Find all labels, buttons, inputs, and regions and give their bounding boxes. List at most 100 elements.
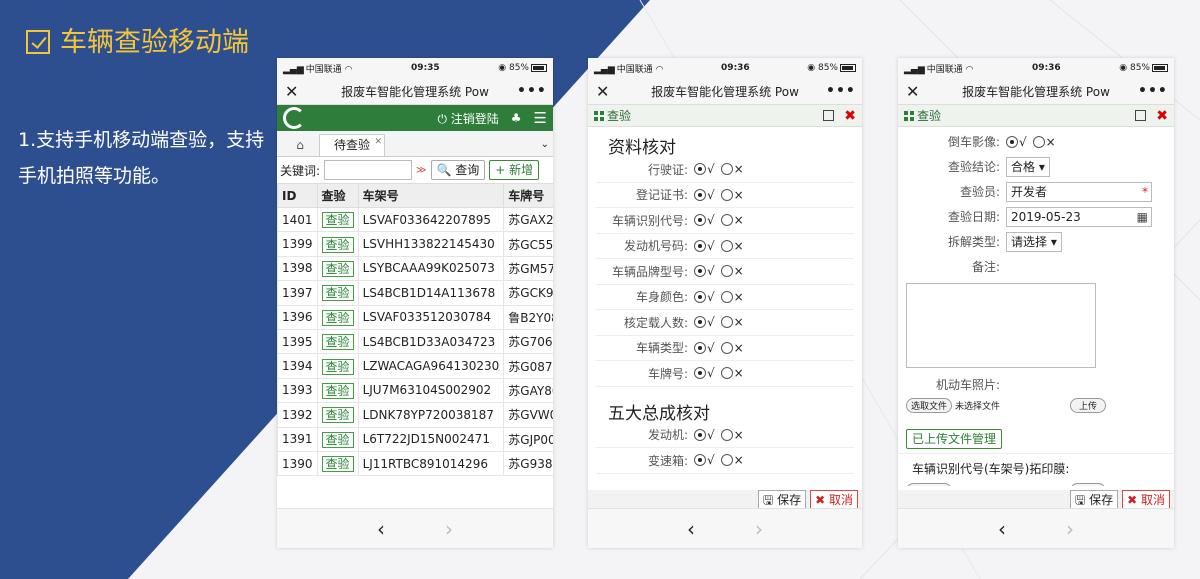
inspect-button[interactable]: 查验	[321, 285, 354, 302]
cell-vin: L6T722JD15N002471	[357, 426, 505, 452]
back-icon[interactable]: ‹	[998, 517, 1006, 541]
dismantle-value: 请选择	[1011, 234, 1048, 249]
cell-vin: LSVAF033642207895	[357, 206, 505, 233]
form-header: 查验 ✖	[588, 105, 862, 127]
close-icon[interactable]: ✖	[844, 108, 856, 124]
tab-close-icon[interactable]: ✕	[374, 132, 382, 152]
check-no-radio[interactable]: ×	[720, 213, 744, 227]
table-row: 1395查验LS4BCB1D33A034723苏G70660	[277, 328, 553, 355]
menu-icon[interactable]: ☰	[534, 109, 547, 127]
grid-icon	[904, 110, 914, 121]
check-no-radio[interactable]: ×	[720, 341, 744, 355]
back-icon[interactable]: ‹	[687, 517, 695, 541]
back-icon[interactable]: ‹	[377, 517, 385, 541]
inspect-button[interactable]: 查验	[321, 407, 354, 424]
check-row: 车身颜色: √ ×	[596, 285, 854, 310]
check-no-radio[interactable]: ×	[720, 290, 744, 304]
maximize-icon[interactable]	[1135, 110, 1147, 121]
more-icon[interactable]: •••	[1138, 83, 1167, 99]
tab-pending-inspection[interactable]: 待查验 ✕	[319, 132, 386, 156]
conclusion-select[interactable]: 合格 ▾	[1006, 156, 1050, 177]
close-icon[interactable]: ✕	[285, 82, 313, 101]
more-icon[interactable]: •••	[517, 83, 546, 99]
check-no-radio[interactable]: ×	[720, 188, 744, 202]
radio-icon	[1006, 135, 1018, 148]
radio-icon	[694, 454, 706, 467]
inspect-button[interactable]: 查验	[321, 456, 354, 473]
check-no-radio[interactable]: ×	[720, 315, 744, 329]
cell-vin: LSVHH133822145430	[357, 231, 505, 257]
inspect-button[interactable]: 查验	[321, 358, 354, 375]
check-yes-radio[interactable]: √	[694, 239, 715, 253]
check-no-radio[interactable]: ×	[720, 428, 744, 442]
check-yes-radio[interactable]: √	[694, 341, 715, 355]
check-no-radio[interactable]: ×	[720, 239, 744, 253]
close-icon[interactable]: ✖	[1156, 108, 1168, 124]
inspect-button[interactable]: 查验	[321, 382, 354, 399]
docs-fields: 行驶证: √ × 登记证书: √ × 车辆识别代号: √ × 发动机号码: √ × 车辆品牌型号: √ × 车…	[588, 157, 862, 387]
add-button[interactable]: + 新增	[489, 160, 540, 180]
inspect-button[interactable]: 查验	[321, 309, 354, 326]
choose-file-button[interactable]: 选取文件	[906, 397, 953, 413]
filter-icon[interactable]: ≫	[416, 165, 426, 176]
chevron-down-icon[interactable]: ⌄	[541, 134, 553, 156]
manage-files-button[interactable]: 已上传文件管理	[906, 429, 1003, 449]
inspect-button[interactable]: 查验	[321, 334, 354, 351]
section-title-docs: 资料核对	[608, 138, 676, 158]
check-yes-radio[interactable]: √	[694, 290, 715, 304]
check-yes-radio[interactable]: √	[694, 428, 715, 442]
check-yes-radio[interactable]: √	[694, 213, 715, 227]
more-icon[interactable]: •••	[826, 83, 855, 99]
check-row: 核定载人数: √ ×	[596, 310, 854, 336]
check-no-radio[interactable]: ×	[720, 453, 744, 467]
check-row: 行驶证: √ ×	[596, 157, 854, 183]
close-icon[interactable]: ✕	[596, 82, 624, 101]
inspect-button[interactable]: 查验	[321, 236, 354, 253]
check-no-radio[interactable]: ×	[720, 162, 744, 176]
remark-textarea[interactable]	[906, 283, 1096, 368]
keyword-input[interactable]	[324, 160, 413, 180]
save-button[interactable]: 🖫 保存	[1070, 490, 1119, 510]
reverse-image-no-radio[interactable]: ×	[1032, 135, 1056, 149]
check-yes-radio[interactable]: √	[694, 188, 715, 202]
calendar-icon[interactable]: ▦	[1137, 208, 1148, 226]
home-icon[interactable]: ⌂	[281, 134, 319, 156]
save-button[interactable]: 🖫 保存	[758, 490, 807, 510]
col-vin: 车架号	[357, 183, 505, 208]
logout-button[interactable]: ⏻ 注销登陆	[437, 110, 498, 127]
check-no-radio[interactable]: ×	[720, 264, 744, 278]
close-icon[interactable]: ✕	[906, 82, 934, 101]
forward-icon[interactable]: ›	[755, 517, 763, 541]
radio-icon	[694, 428, 706, 441]
notification-icon[interactable]: ♣	[511, 111, 522, 125]
check-yes-radio[interactable]: √	[694, 453, 715, 467]
cell-plate: 苏GC5569	[503, 231, 553, 257]
radio-icon	[720, 341, 733, 354]
check-yes-radio[interactable]: √	[694, 162, 715, 176]
reverse-image-yes-radio[interactable]: √	[1006, 135, 1027, 149]
forward-icon[interactable]: ›	[445, 517, 453, 541]
check-yes-radio[interactable]: √	[694, 315, 715, 329]
check-no-radio[interactable]: ×	[720, 366, 744, 380]
cancel-button[interactable]: ✖ 取消	[810, 490, 858, 510]
upload-button[interactable]: 上传	[1069, 482, 1106, 486]
cancel-button[interactable]: ✖ 取消	[1122, 490, 1170, 510]
forward-icon[interactable]: ›	[1066, 517, 1074, 541]
check-yes-radio[interactable]: √	[694, 264, 715, 278]
inspector-input[interactable]: 开发者 *	[1006, 181, 1152, 202]
inspect-button[interactable]: 查验	[321, 212, 354, 229]
choose-file-button[interactable]: 选取文件	[906, 482, 953, 486]
date-input[interactable]: 2019-05-23 ▦	[1006, 206, 1152, 227]
remark-row: 备注:	[898, 254, 1174, 279]
maximize-icon[interactable]	[823, 110, 835, 121]
upload-button[interactable]: 上传	[1069, 397, 1106, 413]
yes-mark: √	[707, 238, 715, 253]
form-body: 倒车影像: √ × 查验结论: 合格 ▾ 查验员: 开发者 * 查验日期: 201…	[898, 129, 1174, 486]
search-button[interactable]: 🔍 查询	[430, 160, 486, 180]
dismantle-select[interactable]: 请选择 ▾	[1006, 231, 1062, 252]
inspect-button[interactable]: 查验	[321, 431, 354, 448]
check-yes-radio[interactable]: √	[694, 366, 715, 380]
inspect-button[interactable]: 查验	[321, 260, 354, 277]
conclusion-row: 查验结论: 合格 ▾	[898, 154, 1174, 179]
section-title-assemblies: 五大总成核对	[608, 403, 710, 424]
